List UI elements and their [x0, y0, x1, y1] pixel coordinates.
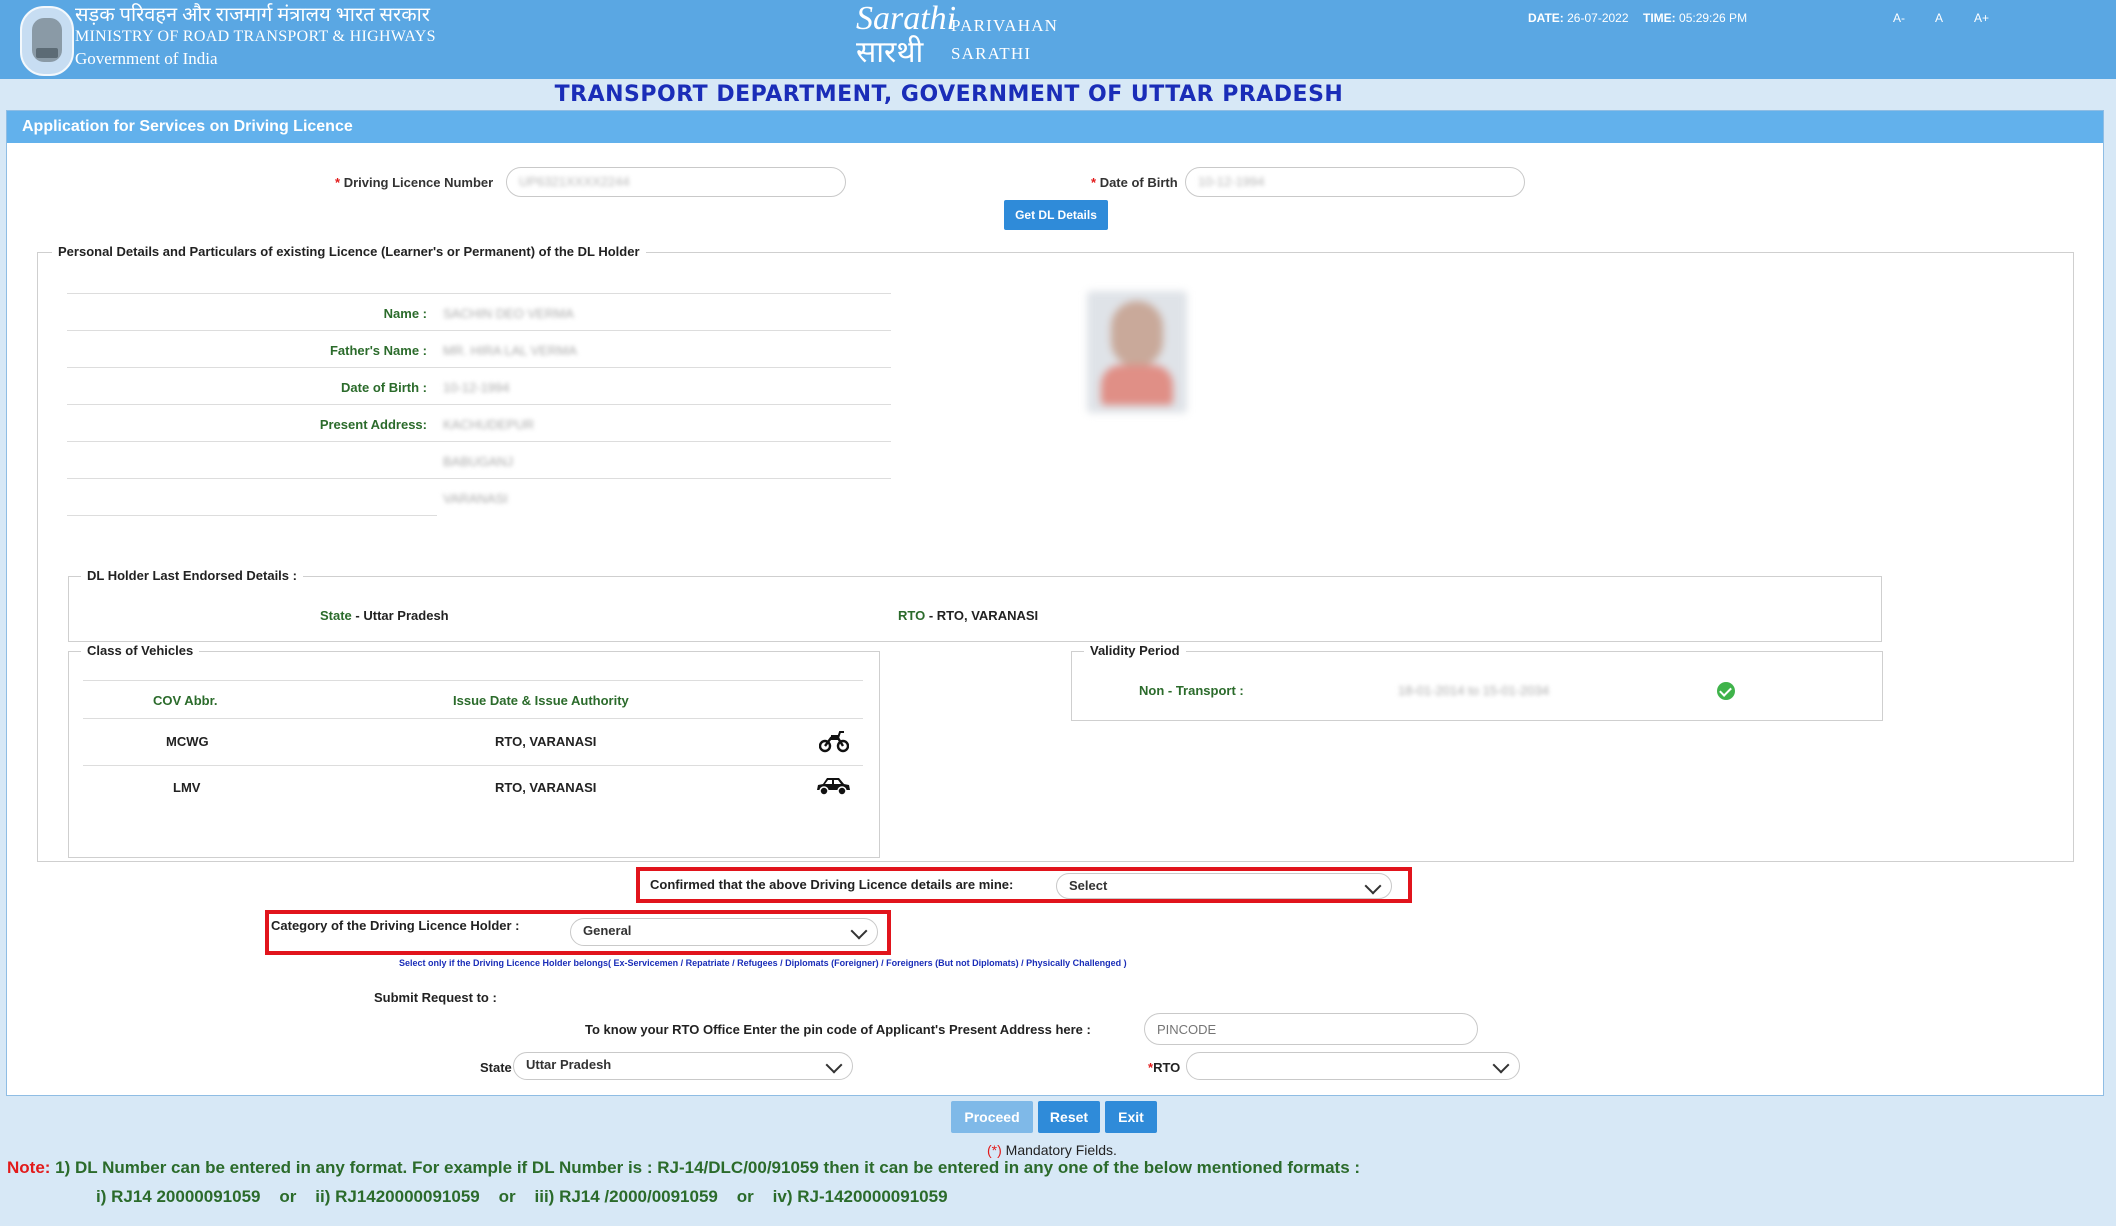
rto-label: *RTO: [1148, 1060, 1180, 1075]
endorsed-state-label: State: [320, 608, 352, 623]
address-label: Present Address:: [319, 417, 427, 432]
validity-value: 18-01-2014 to 15-01-2034: [1398, 683, 1550, 698]
chevron-down-icon: [825, 1056, 843, 1074]
category-select[interactable]: General: [570, 918, 878, 946]
logo-text-parivahan: PARIVAHAN: [951, 16, 1059, 35]
state-label: State: [480, 1060, 512, 1075]
address-line-1: KACHUDEPUR: [443, 417, 535, 432]
cov-row-abbr: LMV: [173, 780, 201, 795]
submit-request-label: Submit Request to :: [374, 990, 497, 1005]
sarathi-logo: Sarathi सारथी: [856, 2, 956, 70]
name-value: SACHIN DEO VERMA: [443, 306, 574, 321]
time-value: 05:29:26 PM: [1679, 11, 1748, 25]
validity-legend: Validity Period: [1084, 643, 1186, 658]
reset-button[interactable]: Reset: [1038, 1101, 1100, 1133]
endorsed-rto: RTO - RTO, VARANASI: [898, 608, 1038, 623]
note-text-1: 1) DL Number can be entered in any forma…: [50, 1158, 1361, 1177]
exit-button[interactable]: Exit: [1105, 1101, 1157, 1133]
note-line-1: Note: 1) DL Number can be entered in any…: [7, 1158, 1360, 1178]
validity-label: Non - Transport :: [1139, 683, 1244, 698]
mandatory-mark: (*): [987, 1142, 1002, 1158]
government-of-india: Government of India: [75, 49, 218, 68]
name-label: Name :: [383, 306, 427, 321]
ministry-english: MINISTRY OF ROAD TRANSPORT & HIGHWAYS: [75, 28, 436, 45]
parivahan-sarathi-text: PARIVAHAN SARATHI: [951, 12, 1058, 68]
cov-row-authority: RTO, VARANASI: [495, 734, 597, 749]
get-dl-details-button[interactable]: Get DL Details: [1004, 200, 1108, 230]
personal-dob-value: 10-12-1994: [443, 380, 510, 395]
state-select[interactable]: Uttar Pradesh: [513, 1052, 853, 1080]
rto-select[interactable]: [1186, 1052, 1520, 1080]
pincode-input[interactable]: [1144, 1013, 1478, 1045]
confirm-select-value: Select: [1069, 878, 1108, 893]
application-panel: Application for Services on Driving Lice…: [6, 110, 2104, 1096]
dob-value: 10-12-1994: [1198, 174, 1265, 189]
father-name-label: Father's Name :: [329, 343, 427, 358]
required-mark: *: [1091, 175, 1097, 190]
personal-dob-label: Date of Birth :: [341, 380, 427, 395]
confirm-select[interactable]: Select: [1056, 873, 1392, 899]
endorsed-rto-value: - RTO, VARANASI: [928, 608, 1039, 623]
dl-number-label: * Driving Licence Number: [335, 175, 493, 190]
category-select-value: General: [583, 923, 632, 938]
motorcycle-icon: [819, 731, 849, 753]
state-select-value: Uttar Pradesh: [526, 1057, 612, 1072]
font-normal-button[interactable]: A: [1935, 11, 1943, 25]
sarathi-logo-script: Sarathi: [856, 0, 957, 37]
cov-col-authority: Issue Date & Issue Authority: [453, 693, 629, 708]
endorsed-state: State - Uttar Pradesh: [320, 608, 449, 623]
chevron-down-icon: [1492, 1056, 1510, 1074]
mandatory-text: Mandatory Fields.: [1001, 1142, 1117, 1158]
endorsed-rto-label: RTO: [898, 608, 926, 623]
dob-input[interactable]: 10-12-1994: [1185, 167, 1525, 197]
required-mark: *: [335, 175, 341, 190]
endorsed-details-legend: DL Holder Last Endorsed Details :: [81, 568, 303, 583]
category-hint: Select only if the Driving Licence Holde…: [399, 958, 1127, 968]
address-line-2: BABUGANJ: [443, 454, 514, 469]
national-emblem-icon: [20, 6, 74, 76]
department-title: TRANSPORT DEPARTMENT, GOVERNMENT OF UTTA…: [554, 82, 1344, 107]
dob-label-text: Date of Birth: [1099, 175, 1178, 190]
pincode-label: To know your RTO Office Enter the pin co…: [585, 1022, 1091, 1037]
cov-row-abbr: MCWG: [166, 734, 209, 749]
font-decrease-button[interactable]: A-: [1893, 11, 1905, 25]
dl-holder-photo: [1087, 291, 1187, 413]
dl-number-value: UP6321XXXX2244: [519, 174, 630, 189]
dl-number-label-text: Driving Licence Number: [343, 175, 494, 190]
font-increase-button[interactable]: A+: [1974, 11, 1989, 25]
ministry-block: सड़क परिवहन और राजमार्ग मंत्रालय भारत सर…: [75, 4, 436, 70]
note-label: Note:: [7, 1158, 51, 1177]
sarathi-logo-hindi: सारथी: [856, 36, 924, 69]
mandatory-note: (*) Mandatory Fields.: [987, 1142, 1117, 1158]
endorsed-state-value: - Uttar Pradesh: [355, 608, 449, 623]
date-value: 26-07-2022: [1567, 11, 1629, 25]
cov-fieldset: [68, 651, 880, 858]
father-name-value: MR. HIRA LAL VERMA: [443, 343, 577, 358]
ministry-hindi: सड़क परिवहन और राजमार्ग मंत्रालय भारत सर…: [75, 4, 430, 26]
time-label: TIME:: [1643, 11, 1676, 25]
panel-title: Application for Services on Driving Lice…: [7, 111, 2103, 143]
address-line-3: VARANASI: [443, 491, 508, 506]
cov-row-authority: RTO, VARANASI: [495, 780, 597, 795]
personal-details-legend: Personal Details and Particulars of exis…: [52, 244, 646, 259]
chevron-down-icon: [1364, 877, 1382, 895]
dl-number-input[interactable]: UP6321XXXX2244: [506, 167, 846, 197]
car-icon: [817, 778, 850, 796]
site-header: सड़क परिवहन और राजमार्ग मंत्रालय भारत सर…: [0, 0, 2116, 79]
confirm-label: Confirmed that the above Driving Licence…: [650, 877, 1014, 892]
category-label: Category of the Driving Licence Holder :: [271, 918, 520, 933]
proceed-button[interactable]: Proceed: [951, 1101, 1033, 1133]
note-line-2: i) RJ14 20000091059 or ii) RJ14200000910…: [96, 1187, 948, 1206]
valid-check-icon: [1717, 682, 1735, 700]
rto-label-text: RTO: [1153, 1060, 1181, 1075]
date-display: DATE: 26-07-2022: [1528, 11, 1629, 25]
date-label: DATE:: [1528, 11, 1564, 25]
cov-legend: Class of Vehicles: [81, 643, 200, 658]
chevron-down-icon: [850, 922, 868, 940]
dob-label: * Date of Birth: [1091, 175, 1178, 190]
logo-text-sarathi: SARATHI: [951, 44, 1032, 63]
time-display: TIME: 05:29:26 PM: [1643, 11, 1747, 25]
cov-col-abbr: COV Abbr.: [153, 693, 218, 708]
